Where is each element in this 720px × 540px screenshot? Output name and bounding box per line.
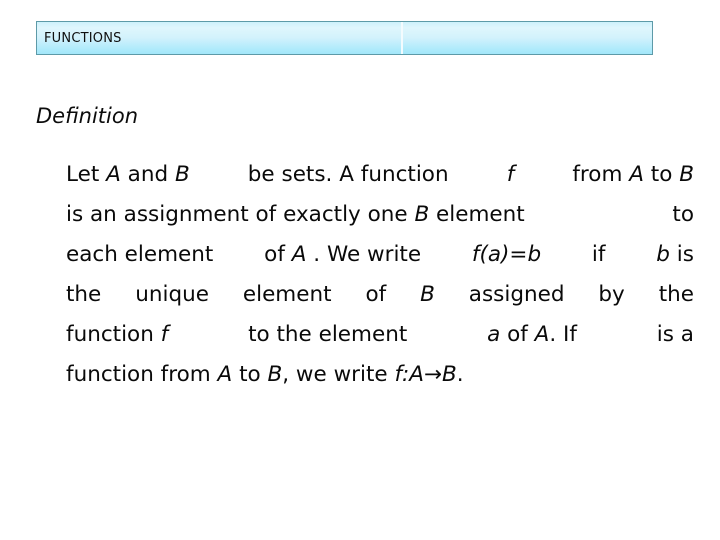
page-title: FUNCTIONS bbox=[44, 30, 122, 46]
body-text-chunk: b is bbox=[656, 235, 694, 275]
body-text-chunk: be sets. A function bbox=[248, 155, 449, 195]
body-text: to the element bbox=[248, 322, 408, 347]
body-line: function from A to B, we write f:A→B. bbox=[66, 355, 694, 395]
body-line: Let A and Bbe sets. A function f from A to… bbox=[66, 155, 694, 195]
math-symbol: B bbox=[414, 202, 430, 227]
body-text: , we write bbox=[282, 362, 395, 387]
body-text-chunk: to the element bbox=[248, 315, 407, 355]
math-symbol: a bbox=[487, 322, 501, 347]
body-text-chunk: B bbox=[420, 275, 435, 315]
math-symbol: f bbox=[506, 162, 515, 187]
body-text-chunk: of A . We write bbox=[264, 235, 421, 275]
math-symbol: B bbox=[267, 362, 283, 387]
body-text: and bbox=[120, 162, 175, 187]
math-symbol: A bbox=[534, 322, 550, 347]
math-symbol: b bbox=[656, 242, 670, 267]
math-symbol: B bbox=[174, 162, 190, 187]
body-text-chunk: to bbox=[672, 195, 694, 235]
body-line: the unique element of Bassigned by the bbox=[66, 275, 694, 315]
title-bar-left-cell: FUNCTIONS bbox=[37, 22, 403, 54]
math-symbol: B bbox=[420, 282, 435, 307]
body-text-chunk: of bbox=[365, 275, 386, 315]
math-symbol: f(a)=b bbox=[471, 242, 542, 267]
body-text-chunk: f bbox=[507, 155, 515, 195]
body-text: is an assignment of exactly one bbox=[66, 202, 415, 227]
body-text: Let bbox=[66, 162, 107, 187]
body-text-chunk: assigned bbox=[469, 275, 565, 315]
body-text: assigned bbox=[468, 282, 565, 307]
body-text-chunk: f(a)=b bbox=[472, 235, 541, 275]
body-text: . bbox=[456, 362, 464, 387]
math-symbol: B bbox=[679, 162, 694, 187]
body-text: . If bbox=[549, 322, 577, 347]
body-text-chunk: is a bbox=[657, 315, 694, 355]
body-text-chunk: from A to B bbox=[572, 155, 694, 195]
body-text: of bbox=[500, 322, 535, 347]
body-text-chunk: is an assignment of exactly one B elemen… bbox=[66, 195, 525, 235]
body-text: . We write bbox=[306, 242, 422, 267]
body-text: of bbox=[365, 282, 387, 307]
body-text: to bbox=[232, 362, 268, 387]
body-text-chunk: by bbox=[598, 275, 624, 315]
body-line: each element of A . We write f(a)=b if b is bbox=[66, 235, 694, 275]
body-text-chunk: the bbox=[659, 275, 694, 315]
title-bar-right-cell bbox=[403, 22, 652, 54]
math-symbol: f bbox=[160, 322, 169, 347]
body-text: the bbox=[66, 282, 102, 307]
title-bar: FUNCTIONS bbox=[36, 21, 653, 55]
body-text-chunk: if bbox=[592, 235, 606, 275]
body-text-chunk: the bbox=[66, 275, 101, 315]
body-text: function from bbox=[66, 362, 218, 387]
body-text: to bbox=[672, 202, 694, 227]
math-symbol: A bbox=[106, 162, 121, 187]
definition-body: Let A and Bbe sets. A function f from A to… bbox=[66, 155, 694, 395]
body-text-chunk: a of A. If bbox=[487, 315, 577, 355]
body-text-chunk: unique bbox=[135, 275, 209, 315]
definition-heading: Definition bbox=[36, 104, 139, 128]
body-text: function bbox=[66, 322, 161, 347]
body-text-chunk: function f bbox=[66, 315, 168, 355]
body-text: element bbox=[429, 202, 525, 227]
body-text: if bbox=[591, 242, 606, 267]
body-text-chunk: Let A and B bbox=[66, 155, 190, 195]
body-text: to bbox=[643, 162, 680, 187]
body-text: each element bbox=[66, 242, 214, 267]
body-text: by bbox=[598, 282, 625, 307]
body-line: is an assignment of exactly one B elemen… bbox=[66, 195, 694, 235]
math-symbol: A bbox=[629, 162, 644, 187]
math-symbol: f:A→B bbox=[394, 362, 457, 387]
body-text: is a bbox=[656, 322, 694, 347]
slide-canvas: FUNCTIONS Definition Let A and Bbe sets.… bbox=[0, 0, 720, 540]
body-text-chunk: element bbox=[243, 275, 332, 315]
math-symbol: A bbox=[291, 242, 307, 267]
body-text: from bbox=[572, 162, 630, 187]
body-text: be sets. A function bbox=[247, 162, 449, 187]
body-text: is bbox=[669, 242, 694, 267]
body-text: unique bbox=[135, 282, 209, 307]
body-text: of bbox=[264, 242, 292, 267]
body-text-chunk: each element bbox=[66, 235, 213, 275]
body-text: element bbox=[242, 282, 332, 307]
math-symbol: A bbox=[217, 362, 233, 387]
body-line: function f to the element a of A. If is a bbox=[66, 315, 694, 355]
body-text: the bbox=[658, 282, 694, 307]
